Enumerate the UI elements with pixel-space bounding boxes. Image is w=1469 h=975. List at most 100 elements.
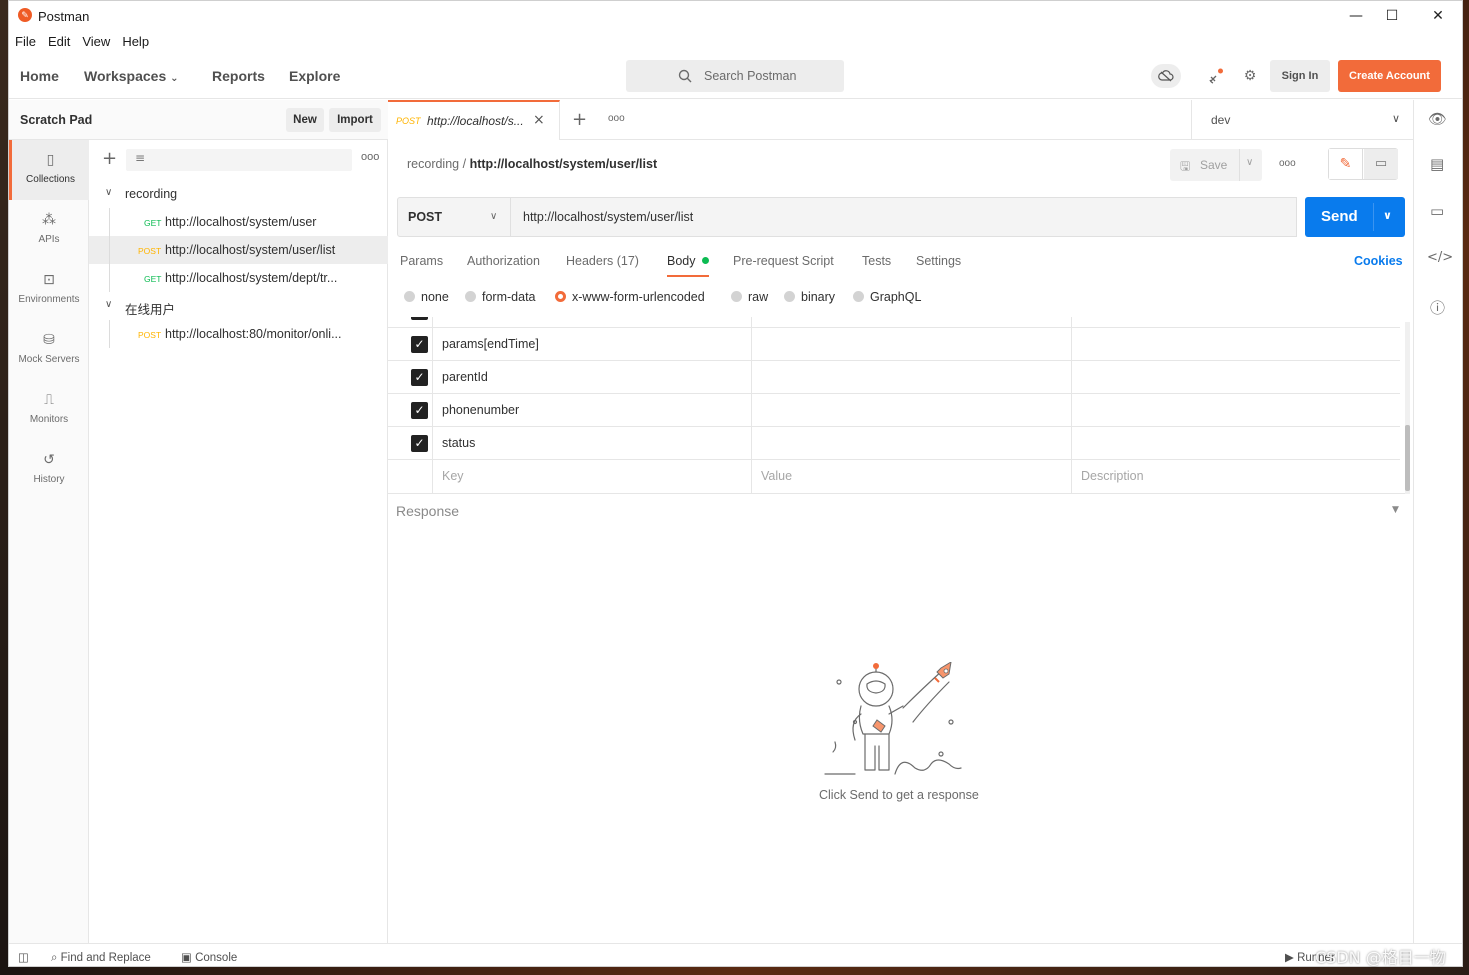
body-mode-urlencoded[interactable]: x-www-form-urlencoded <box>555 290 705 304</box>
satellite-icon[interactable] <box>1201 64 1231 88</box>
comment-icon[interactable]: ▭ <box>1364 149 1398 179</box>
tab-params[interactable]: Params <box>400 254 443 268</box>
description-placeholder[interactable]: Description <box>1072 460 1400 493</box>
body-mode-raw[interactable]: raw <box>731 290 768 304</box>
menu-file[interactable]: File <box>12 31 39 52</box>
menu-help[interactable]: Help <box>119 31 152 52</box>
cookies-link[interactable]: Cookies <box>1354 254 1403 268</box>
menu-bar: File Edit View Help <box>9 31 1462 53</box>
body-mode-none[interactable]: none <box>404 290 449 304</box>
edit-pencil-icon[interactable]: ✎ <box>1329 149 1363 179</box>
description-cell[interactable] <box>1072 427 1400 460</box>
save-button[interactable]: 🖫 Save ∨ <box>1170 149 1262 181</box>
request-options-icon[interactable]: ooo <box>1279 158 1296 169</box>
key-cell[interactable]: parentId <box>433 361 752 394</box>
menu-edit[interactable]: Edit <box>45 31 73 52</box>
row-checkbox[interactable]: ✓ <box>411 336 428 353</box>
description-cell[interactable] <box>1072 394 1400 427</box>
value-cell[interactable] <box>752 361 1072 394</box>
body-mode-graphql[interactable]: GraphQL <box>853 290 921 304</box>
request-item[interactable]: POST http://localhost:80/monitor/onli... <box>89 320 388 348</box>
environment-selector[interactable]: dev ∨ <box>1191 100 1413 140</box>
tab-pre-request-script[interactable]: Pre-request Script <box>733 254 834 268</box>
body-mode-form-data[interactable]: form-data <box>465 290 536 304</box>
chevron-down-icon[interactable]: ∨ <box>1246 157 1253 168</box>
nav-explore[interactable]: Explore <box>289 68 340 84</box>
csdn-watermark: CSDN @格目一物 <box>1315 948 1446 967</box>
key-cell[interactable] <box>433 317 752 328</box>
value-cell[interactable] <box>752 427 1072 460</box>
eye-icon[interactable]: 👁 <box>1428 110 1447 128</box>
documentation-icon[interactable]: ▤ <box>1430 155 1444 173</box>
key-cell[interactable]: phonenumber <box>433 394 752 427</box>
request-item-active[interactable]: POST http://localhost/system/user/list <box>89 236 388 264</box>
settings-gear-icon[interactable]: ⚙ <box>1235 64 1265 88</box>
tab-body[interactable]: Body <box>667 254 709 277</box>
request-tab[interactable]: POST http://localhost/s... × <box>388 100 560 140</box>
nav-reports[interactable]: Reports <box>212 68 265 84</box>
search-input[interactable]: Search Postman <box>626 60 844 92</box>
send-button[interactable]: Send ∨ <box>1305 197 1405 237</box>
minimize-button[interactable]: — <box>1341 5 1371 27</box>
rail-mock-servers[interactable]: ⛁ Mock Servers <box>9 320 89 380</box>
filter-input[interactable] <box>126 149 352 171</box>
tab-options-icon[interactable]: ooo <box>608 113 625 124</box>
caret-down-icon[interactable]: ▼ <box>1392 505 1399 515</box>
request-item[interactable]: GET http://localhost/system/dept/tr... <box>89 264 388 292</box>
add-collection-icon[interactable]: + <box>102 148 117 169</box>
more-options-icon[interactable]: ooo <box>361 151 379 163</box>
tab-headers[interactable]: Headers (17) <box>566 254 639 268</box>
key-cell[interactable]: status <box>433 427 752 460</box>
comments-icon[interactable]: ▭ <box>1430 202 1444 220</box>
maximize-button[interactable]: ☐ <box>1377 5 1407 27</box>
console-button[interactable]: ▣ Console <box>181 950 237 964</box>
description-cell[interactable] <box>1072 361 1400 394</box>
value-placeholder[interactable]: Value <box>752 460 1072 493</box>
method-select[interactable]: POST ∨ <box>397 197 511 237</box>
info-icon[interactable]: ⓘ <box>1430 297 1445 318</box>
request-item[interactable]: GET http://localhost/system/user <box>89 208 388 236</box>
tab-settings[interactable]: Settings <box>916 254 961 268</box>
rail-environments[interactable]: ⊡ Environments <box>9 260 89 320</box>
tree-toolbar: + ≡ ooo <box>89 140 388 178</box>
breadcrumb-collection[interactable]: recording <box>407 157 459 171</box>
rail-monitors[interactable]: ⎍ Monitors <box>9 380 89 440</box>
new-tab-icon[interactable]: + <box>572 109 587 130</box>
chevron-down-icon[interactable]: ∨ <box>1383 209 1392 222</box>
tab-tests[interactable]: Tests <box>862 254 891 268</box>
sync-status-icon[interactable] <box>1151 64 1181 88</box>
tab-authorization[interactable]: Authorization <box>467 254 540 268</box>
body-mode-binary[interactable]: binary <box>784 290 835 304</box>
create-account-button[interactable]: Create Account <box>1338 60 1441 92</box>
folder-online-users[interactable]: ∨ 在线用户 <box>89 292 388 320</box>
value-cell[interactable] <box>752 394 1072 427</box>
key-cell[interactable]: params[endTime] <box>433 328 752 361</box>
row-checkbox[interactable]: ✓ <box>411 317 428 320</box>
toggle-sidebar-icon[interactable]: ◫ <box>18 950 29 964</box>
description-cell[interactable] <box>1072 317 1400 328</box>
code-icon[interactable]: </> <box>1427 250 1453 265</box>
close-tab-icon[interactable]: × <box>533 112 545 128</box>
table-scrollbar-thumb[interactable] <box>1405 425 1410 491</box>
row-checkbox[interactable]: ✓ <box>411 369 428 386</box>
find-replace-button[interactable]: ⌕ Find and Replace <box>51 950 151 965</box>
nav-home[interactable]: Home <box>20 68 59 84</box>
nav-workspaces[interactable]: Workspaces ⌄ <box>84 68 179 84</box>
rail-history[interactable]: ↺ History <box>9 440 89 500</box>
row-checkbox[interactable]: ✓ <box>411 435 428 452</box>
sign-in-button[interactable]: Sign In <box>1270 60 1330 92</box>
folder-recording[interactable]: ∨ recording <box>89 180 388 208</box>
url-input[interactable]: http://localhost/system/user/list <box>511 197 1297 237</box>
import-button[interactable]: Import <box>329 108 381 132</box>
value-cell[interactable] <box>752 328 1072 361</box>
rail-apis[interactable]: ⁂ APIs <box>9 200 89 260</box>
breadcrumb-request[interactable]: http://localhost/system/user/list <box>470 157 658 171</box>
rail-collections[interactable]: ▯ Collections <box>9 140 89 200</box>
close-window-button[interactable]: ✕ <box>1423 5 1453 27</box>
description-cell[interactable] <box>1072 328 1400 361</box>
new-button[interactable]: New <box>286 108 324 132</box>
value-cell[interactable] <box>752 317 1072 328</box>
row-checkbox[interactable]: ✓ <box>411 402 428 419</box>
menu-view[interactable]: View <box>79 31 113 52</box>
key-placeholder[interactable]: Key <box>433 460 752 493</box>
